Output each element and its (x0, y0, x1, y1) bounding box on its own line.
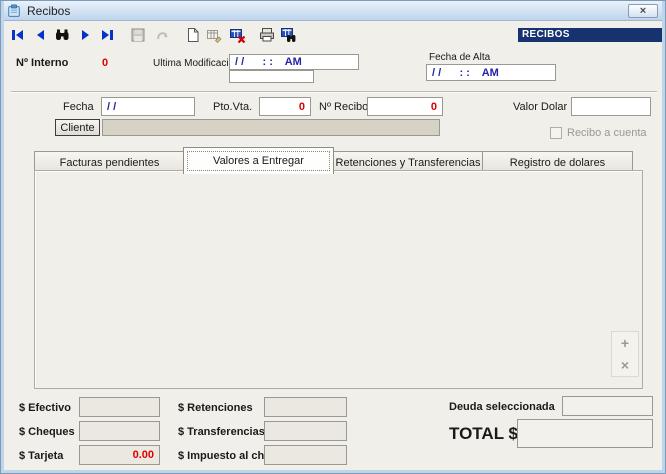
search-button[interactable] (53, 26, 71, 44)
valor-dolar-label: Valor Dolar (513, 101, 567, 113)
new-document-icon (185, 27, 201, 43)
total-label: TOTAL $ (449, 424, 518, 444)
deuda-seleccionada-label: Deuda seleccionada (449, 401, 555, 413)
cliente-field[interactable] (102, 119, 440, 136)
pto-vta-field[interactable]: 0 (259, 97, 311, 116)
sum-transferencias-field (264, 421, 347, 441)
recibo-a-cuenta-label: Recibo a cuenta (567, 127, 647, 139)
fecha-field[interactable]: / / (101, 97, 195, 116)
binoculars-icon (54, 27, 71, 43)
sum-impuesto-label: $ Impuesto al ch. (178, 450, 267, 462)
undo-icon (154, 27, 170, 43)
nro-recibo-field[interactable]: 0 (367, 97, 443, 116)
sum-retenciones-label: $ Retenciones (178, 402, 253, 414)
new-record-button[interactable] (184, 26, 202, 44)
total-field (517, 419, 653, 448)
cliente-button[interactable]: Cliente (55, 119, 100, 136)
recibos-window: Recibos × (0, 0, 666, 474)
delete-record-button[interactable] (229, 26, 247, 44)
window-title: Recibos (27, 4, 70, 18)
ultima-modificacion-field: / / : : AM (229, 54, 359, 70)
valores-panel (34, 170, 643, 389)
remove-row-button[interactable]: × (621, 358, 629, 372)
sum-tarjeta-field: 0.00 (79, 445, 160, 465)
deuda-seleccionada-field (562, 396, 653, 416)
grid-row-controls: + × (611, 331, 639, 377)
first-record-icon (10, 27, 26, 43)
header-divider (11, 91, 657, 93)
previous-record-icon (33, 27, 49, 43)
print-button[interactable] (258, 26, 276, 44)
sum-transferencias-label: $ Transferencias (178, 426, 265, 438)
edit-grid-icon (206, 27, 223, 43)
title-bar: Recibos (1, 1, 665, 21)
usuario-modificacion-field (229, 70, 314, 83)
form-badge: RECIBOS (518, 28, 663, 42)
grid-binoculars-icon (280, 27, 298, 43)
save-button[interactable] (129, 26, 147, 44)
sum-retenciones-field (264, 397, 347, 417)
grid-search-button[interactable] (280, 26, 298, 44)
first-record-button[interactable] (9, 26, 27, 44)
nro-interno-value: 0 (102, 57, 108, 69)
tab-valores-a-entregar[interactable]: Valores a Entregar (183, 147, 334, 174)
sum-impuesto-field (264, 445, 347, 465)
sum-tarjeta-label: $ Tarjeta (19, 450, 63, 462)
edit-record-button[interactable] (205, 26, 223, 44)
close-button[interactable]: × (628, 4, 658, 18)
delete-grid-icon (229, 27, 247, 43)
nro-recibo-label: Nº Recibo (319, 101, 368, 113)
nro-interno-label: Nº Interno (16, 57, 68, 69)
next-record-button[interactable] (76, 26, 94, 44)
printer-icon (259, 27, 275, 43)
pto-vta-label: Pto.Vta. (213, 101, 252, 113)
recibo-a-cuenta-checkbox[interactable] (550, 127, 562, 139)
sum-cheques-label: $ Cheques (19, 426, 75, 438)
sum-efectivo-label: $ Efectivo (19, 402, 71, 414)
sum-cheques-field (79, 421, 160, 441)
close-icon: × (640, 6, 646, 17)
ultima-modificacion-label: Ultima Modificación (153, 58, 240, 69)
last-record-icon (99, 27, 115, 43)
save-icon (130, 27, 146, 43)
valor-dolar-field[interactable] (571, 97, 651, 116)
next-record-icon (77, 27, 93, 43)
previous-record-button[interactable] (32, 26, 50, 44)
fecha-label: Fecha (63, 101, 94, 113)
fecha-alta-label: Fecha de Alta (429, 52, 490, 63)
fecha-alta-field: / / : : AM (426, 64, 556, 81)
last-record-button[interactable] (98, 26, 116, 44)
app-icon (7, 4, 21, 18)
sum-efectivo-field (79, 397, 160, 417)
add-row-button[interactable]: + (621, 336, 629, 350)
undo-button[interactable] (153, 26, 171, 44)
